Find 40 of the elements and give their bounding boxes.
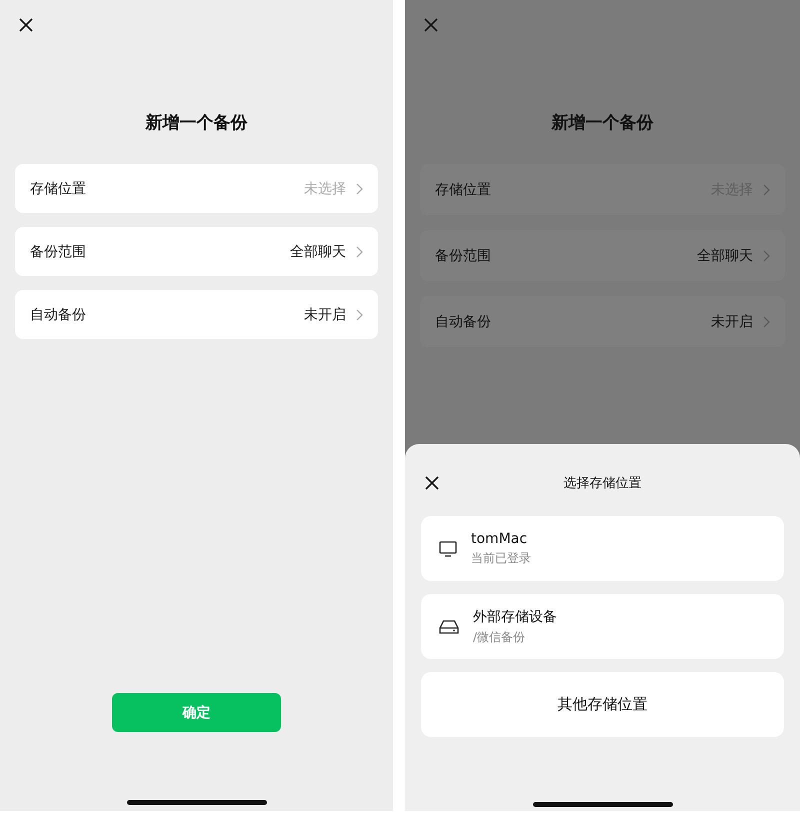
option-name: tomMac (471, 530, 528, 546)
row-label: 存储位置 (435, 180, 492, 198)
option-detail: 当前已登录 (471, 550, 531, 566)
chevron-icon (763, 184, 770, 196)
close-icon (423, 474, 441, 492)
row-value: 未开启 (711, 312, 753, 330)
option-name: 外部存储设备 (473, 608, 557, 626)
settings-row[interactable]: 存储位置 未选择 (15, 164, 378, 213)
settings-row[interactable]: 自动备份 未开启 (15, 290, 378, 339)
storage-option[interactable]: 其他存储位置 (421, 672, 784, 737)
row-label: 备份范围 (30, 242, 87, 260)
chevron-icon (763, 316, 770, 328)
page-title: 新增一个备份 (552, 112, 654, 134)
row-value: 未开启 (304, 306, 346, 324)
close-icon (17, 16, 35, 34)
sheet-title: 选择存储位置 (562, 475, 642, 492)
close-button[interactable] (17, 16, 35, 34)
row-value: 全部聊天 (290, 242, 346, 260)
chevron-icon (356, 182, 363, 194)
hard-drive-icon (439, 618, 459, 634)
row-label: 存储位置 (30, 180, 87, 198)
option-detail: /微信备份 (473, 628, 526, 646)
settings-row[interactable]: 备份范围 全部聊天 (420, 230, 785, 281)
close-icon (422, 16, 440, 34)
row-label: 自动备份 (435, 312, 492, 330)
row-value: 全部聊天 (697, 246, 753, 264)
monitor-icon (439, 540, 457, 556)
row-label: 自动备份 (30, 306, 87, 324)
storage-option[interactable]: 外部存储设备 /微信备份 (421, 594, 784, 659)
page-title: 新增一个备份 (146, 112, 248, 134)
chevron-icon (763, 250, 770, 262)
chevron-icon (356, 308, 363, 320)
storage-option[interactable]: tomMac 当前已登录 (421, 516, 784, 581)
close-button[interactable] (423, 474, 441, 492)
settings-row[interactable]: 备份范围 全部聊天 (15, 227, 378, 276)
row-value: 未选择 (304, 180, 346, 198)
row-label: 备份范围 (435, 246, 492, 264)
chevron-icon (356, 246, 363, 258)
settings-row[interactable]: 自动备份 未开启 (420, 296, 785, 347)
option-name: 其他存储位置 (556, 695, 648, 714)
